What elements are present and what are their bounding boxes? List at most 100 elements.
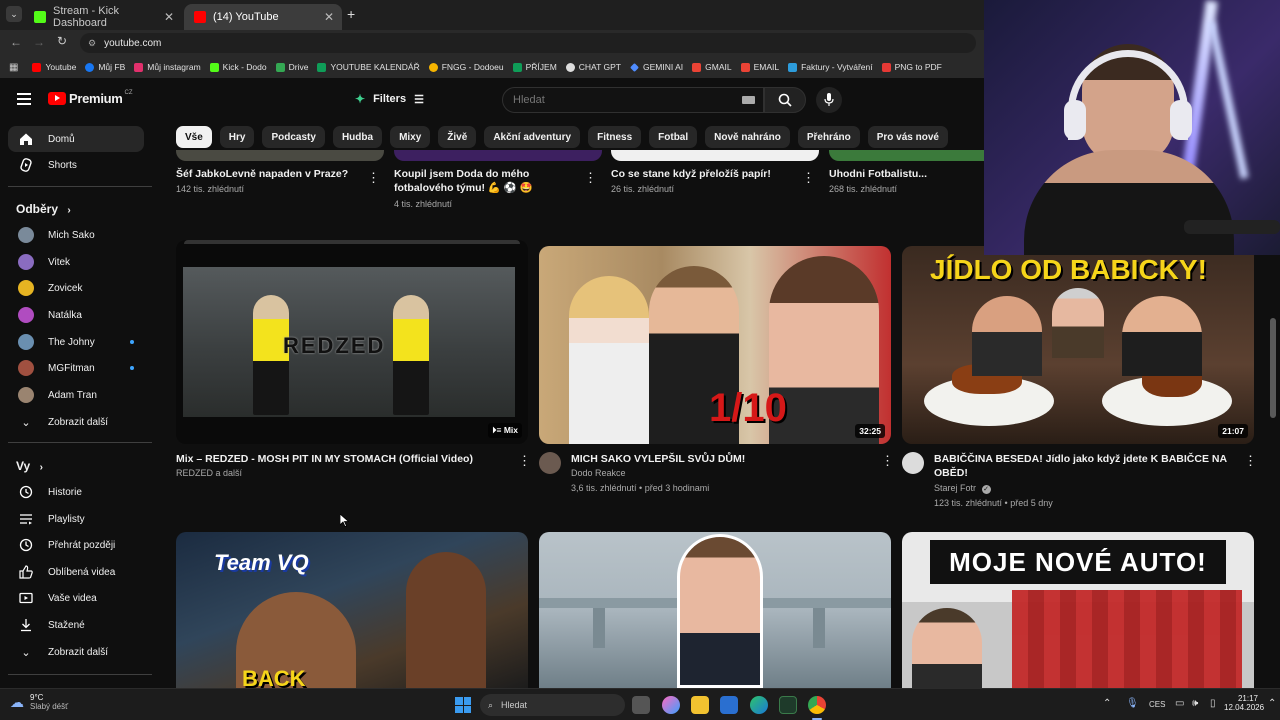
shorts-thumb-2[interactable]	[394, 150, 602, 161]
bookmark-chatgpt[interactable]: CHAT GPT	[565, 62, 621, 72]
sidebar-item-zovicek[interactable]: Zovicek	[8, 275, 144, 301]
apps-grid-icon[interactable]: ▦	[9, 62, 18, 73]
sidebar-show-more-subscriptions[interactable]: ⌄ Zobrazit další	[8, 409, 144, 435]
sidebar-item-mgfitman[interactable]: MGFitman	[8, 355, 144, 381]
bookmark-png-to-pdf[interactable]: PNG to PDF	[881, 62, 942, 72]
bookmark-invoices[interactable]: Faktury - Vytváření	[788, 62, 873, 72]
chrome-icon[interactable]	[808, 696, 826, 714]
search-button[interactable]	[764, 87, 806, 113]
search-box[interactable]	[502, 87, 764, 113]
reload-icon[interactable]: ↻	[57, 34, 67, 48]
video-channel[interactable]: Starej Fotr ✓	[934, 481, 991, 496]
url-field[interactable]: ⚙ youtube.com	[80, 33, 976, 53]
bookmark-instagram[interactable]: Můj instagram	[134, 62, 201, 72]
youtube-logo[interactable]: Premium CZ	[48, 90, 133, 106]
chip-podcasts[interactable]: Podcasty	[262, 126, 325, 148]
new-tab-button[interactable]: +	[347, 6, 355, 22]
channel-avatar[interactable]	[902, 452, 924, 474]
chip-fitness[interactable]: Fitness	[588, 126, 642, 148]
video-thumbnail-redzed[interactable]: REDZED ⏵≡ Mix	[176, 240, 528, 444]
bookmark-email[interactable]: EMAIL	[740, 62, 779, 72]
video-title[interactable]: MICH SAKO VYLEPŠIL SVŮJ DŮM!	[571, 452, 871, 466]
mail-icon[interactable]	[720, 696, 738, 714]
taskbar-search[interactable]: ⌕ Hledat	[480, 694, 625, 716]
bookmark-facebook[interactable]: Můj FB	[85, 62, 125, 72]
sidebar-item-shorts[interactable]: Shorts	[8, 152, 144, 178]
sidebar-item-downloads[interactable]: Stažené	[8, 612, 144, 638]
video-channel[interactable]: Dodo Reakce	[571, 466, 626, 481]
short-title[interactable]: Koupil jsem Doda do mého fotbalového tým…	[394, 167, 584, 195]
language-indicator[interactable]: CES	[1149, 700, 1165, 709]
sidebar-item-natalka[interactable]: Natálka	[8, 302, 144, 328]
chip-watched[interactable]: Přehráno	[797, 126, 860, 148]
close-tab-icon[interactable]: ✕	[324, 10, 334, 24]
more-options-icon[interactable]: ⋮	[802, 170, 815, 186]
chip-games[interactable]: Hry	[219, 126, 255, 148]
page-scrollbar[interactable]	[1270, 318, 1276, 418]
bookmark-income[interactable]: PŘÍJEM	[512, 62, 557, 72]
tab-youtube[interactable]: (14) YouTube ✕	[184, 4, 342, 30]
video-title[interactable]: Mix – REDZED - MOSH PIT IN MY STOMACH (O…	[176, 452, 506, 466]
video-thumbnail-team-vq[interactable]: Team VQ BACK	[176, 532, 528, 688]
chip-new-to-you[interactable]: Pro vás nové	[867, 126, 948, 148]
chip-action-adventure[interactable]: Akční adventury	[484, 126, 581, 148]
shorts-thumb-4[interactable]	[829, 150, 984, 161]
short-title[interactable]: Co se stane když přeložíš papír!	[611, 167, 801, 181]
filters-button[interactable]: ✦ Filters ☰	[345, 87, 434, 111]
task-view-icon[interactable]	[632, 696, 650, 714]
short-title[interactable]: Uhodni Fotbalistu...	[829, 167, 979, 181]
sidebar-item-playlists[interactable]: Playlisty	[8, 506, 144, 532]
forward-icon[interactable]: →	[33, 35, 45, 49]
channel-avatar[interactable]	[539, 452, 561, 474]
chip-football[interactable]: Fotbal	[649, 126, 698, 148]
site-info-icon[interactable]: ⚙	[88, 38, 96, 49]
shorts-thumb-1[interactable]	[176, 150, 384, 161]
edge-icon[interactable]	[750, 696, 768, 714]
chip-mixes[interactable]: Mixy	[390, 126, 431, 148]
notification-bell-icon[interactable]: ⌃	[1268, 698, 1276, 709]
microphone-icon[interactable]: 🎙︎	[1126, 698, 1139, 709]
weather-widget[interactable]: ☁ 9°C Slabý déšť	[10, 693, 68, 711]
sidebar-item-your-videos[interactable]: Vaše videa	[8, 585, 144, 611]
sidebar-item-mich-sako[interactable]: Mich Sako	[8, 222, 144, 248]
sidebar-item-home[interactable]: Domů	[8, 126, 144, 152]
video-thumbnail-mich-sako[interactable]: 1/10 32:25	[539, 246, 891, 444]
chip-recently-uploaded[interactable]: Nově nahráno	[705, 126, 790, 148]
chip-music[interactable]: Hudba	[332, 126, 383, 148]
keyboard-icon[interactable]	[742, 96, 755, 104]
bookmark-youtube-calendar[interactable]: YOUTUBE KALENDÁŘ	[317, 62, 420, 72]
sidebar-item-adam-tran[interactable]: Adam Tran	[8, 382, 144, 408]
terminal-app-icon[interactable]	[779, 696, 797, 714]
close-tab-icon[interactable]: ✕	[164, 10, 174, 24]
menu-icon[interactable]	[17, 93, 31, 105]
video-channel[interactable]: REDZED a další	[176, 466, 242, 481]
more-options-icon[interactable]: ⋮	[1244, 453, 1257, 469]
sidebar-item-the-johny[interactable]: The Johny	[8, 329, 144, 355]
bookmark-youtube[interactable]: Youtube	[32, 62, 76, 72]
sidebar-item-vitek[interactable]: Vitek	[8, 249, 144, 275]
bookmark-kick[interactable]: Kick - Dodo	[209, 62, 267, 72]
network-icon[interactable]: ▭	[1175, 698, 1184, 709]
more-options-icon[interactable]: ⋮	[584, 170, 597, 186]
chip-live[interactable]: Živě	[438, 126, 477, 148]
shorts-thumb-3[interactable]	[611, 150, 819, 161]
sidebar-item-watch-later[interactable]: Přehrát později	[8, 532, 144, 558]
back-icon[interactable]: ←	[10, 35, 22, 49]
bookmark-gmail[interactable]: GMAIL	[692, 62, 732, 72]
bookmark-drive[interactable]: Drive	[275, 62, 308, 72]
start-button[interactable]	[455, 697, 471, 713]
battery-icon[interactable]: ▯	[1210, 698, 1216, 709]
video-thumbnail-babicka[interactable]: JÍDLO OD BABICKY! 21:07	[902, 246, 1254, 444]
you-heading[interactable]: Vy ›	[16, 459, 43, 473]
copilot-icon[interactable]	[662, 696, 680, 714]
voice-search-button[interactable]	[816, 87, 842, 113]
sidebar-item-liked-videos[interactable]: Oblíbená videa	[8, 559, 144, 585]
volume-icon[interactable]: 🕪︎	[1192, 698, 1198, 709]
bookmark-fngg[interactable]: FNGG - Dodoeu	[428, 62, 504, 72]
more-options-icon[interactable]: ⋮	[367, 170, 380, 186]
chip-all[interactable]: Vše	[176, 126, 212, 148]
bookmark-gemini[interactable]: GEMINI AI	[630, 62, 683, 72]
sidebar-show-more-you[interactable]: ⌄ Zobrazit další	[8, 639, 144, 665]
video-thumbnail-new-car[interactable]: MOJE NOVÉ AUTO!	[902, 532, 1254, 688]
tab-kick-dashboard[interactable]: Stream - Kick Dashboard ✕	[24, 4, 182, 30]
